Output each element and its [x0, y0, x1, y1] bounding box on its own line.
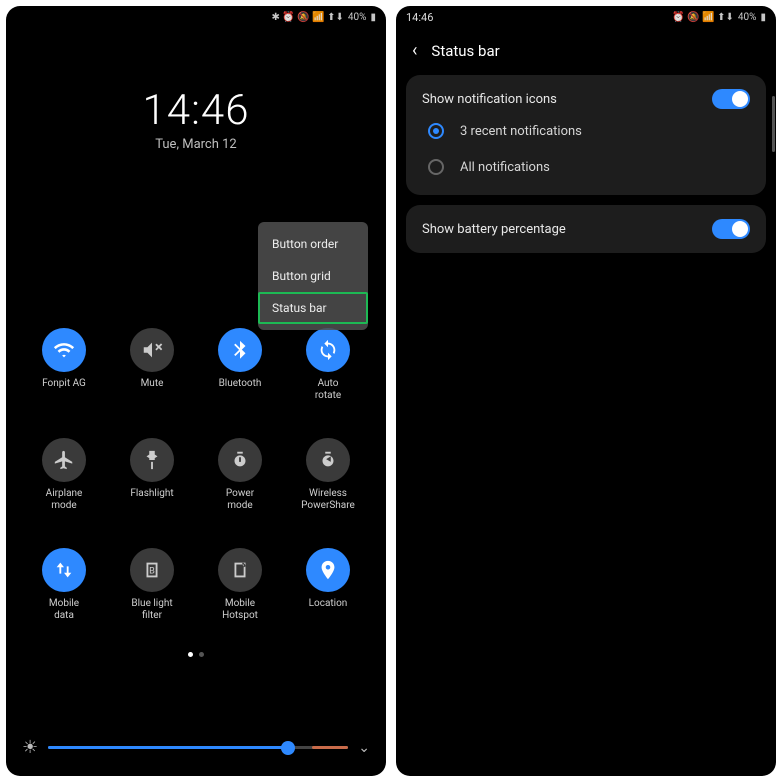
- qs-tile-plane[interactable]: Airplane mode: [20, 438, 108, 512]
- power-icon[interactable]: [218, 438, 262, 482]
- qs-tile-label: Location: [309, 598, 348, 620]
- qs-tile-data[interactable]: Mobile data: [20, 548, 108, 622]
- qs-tile-hotspot[interactable]: Mobile Hotspot: [196, 548, 284, 622]
- qs-tile-rotate[interactable]: Auto rotate: [284, 328, 372, 402]
- qs-tile-power[interactable]: Power mode: [196, 438, 284, 512]
- qs-tile-label: Mobile Hotspot: [222, 598, 258, 622]
- page-title: Status bar: [431, 42, 499, 60]
- radio-3-recent[interactable]: 3 recent notifications: [422, 109, 750, 145]
- menu-button-grid[interactable]: Button grid: [258, 260, 368, 292]
- brightness-fill: [48, 746, 288, 749]
- quick-settings-grid: Fonpit AG Mute Bluetooth Auto rotate Airplan…: [6, 328, 386, 622]
- show-battery-percentage-label: Show battery percentage: [422, 222, 566, 237]
- radio-3-recent-input[interactable]: [428, 123, 444, 139]
- brightness-slider-row: ☀ ⌄: [6, 737, 386, 758]
- plane-icon[interactable]: [42, 438, 86, 482]
- notification-icons-card: Show notification icons 3 recent notific…: [406, 75, 766, 195]
- status-bar: ✱ ⏰ 🔕 📶 ⬆⬇ 40% ▮: [6, 6, 386, 28]
- phone-left-quick-settings: ✱ ⏰ 🔕 📶 ⬆⬇ 40% ▮ 14:46 Tue, March 12 But…: [6, 6, 386, 776]
- radio-3-recent-label: 3 recent notifications: [460, 124, 582, 139]
- battery-percentage: 40%: [348, 12, 367, 23]
- qs-tile-bt[interactable]: Bluetooth: [196, 328, 284, 402]
- hotspot-icon[interactable]: [218, 548, 262, 592]
- qs-tile-flash[interactable]: Flashlight: [108, 438, 196, 512]
- brightness-overdrive: [312, 746, 348, 749]
- show-battery-percentage-toggle[interactable]: [712, 219, 750, 239]
- battery-percentage: 40%: [738, 12, 757, 23]
- qs-tile-label: Airplane mode: [46, 488, 83, 512]
- qs-tile-label: Fonpit AG: [42, 378, 86, 400]
- qs-tile-loc[interactable]: Location: [284, 548, 372, 622]
- status-time: 14:46: [406, 11, 433, 24]
- battery-icon: ▮: [760, 12, 766, 23]
- menu-button-order[interactable]: Button order: [258, 228, 368, 260]
- qs-tile-label: Bluetooth: [219, 378, 262, 400]
- qs-tile-label: Mobile data: [49, 598, 79, 622]
- qs-tile-share[interactable]: Wireless PowerShare: [284, 438, 372, 512]
- qs-tile-blue[interactable]: B Blue light filter: [108, 548, 196, 622]
- back-button[interactable]: ‹: [412, 40, 417, 61]
- qs-tile-label: Blue light filter: [131, 598, 172, 622]
- wifi-icon[interactable]: [42, 328, 86, 372]
- data-icon[interactable]: [42, 548, 86, 592]
- rotate-icon[interactable]: [306, 328, 350, 372]
- page-indicator: [6, 652, 386, 657]
- show-battery-percentage-row[interactable]: Show battery percentage: [406, 205, 766, 253]
- qs-tile-mute[interactable]: Mute: [108, 328, 196, 402]
- status-icons: ✱ ⏰ 🔕 📶 ⬆⬇ 40% ▮: [271, 12, 376, 23]
- status-icons: ⏰ 🔕 📶 ⬆⬇ 40% ▮: [672, 12, 766, 23]
- status-indicator-icons: ✱ ⏰ 🔕 📶 ⬆⬇: [271, 12, 343, 23]
- page-dot-1[interactable]: [188, 652, 193, 657]
- brightness-expand-icon[interactable]: ⌄: [358, 740, 370, 756]
- qs-tile-label: Wireless PowerShare: [301, 488, 355, 512]
- show-notification-icons-label: Show notification icons: [422, 92, 557, 107]
- menu-status-bar[interactable]: Status bar: [258, 292, 368, 324]
- settings-header: ‹ Status bar: [396, 28, 776, 69]
- bt-icon[interactable]: [218, 328, 262, 372]
- qs-tile-label: Flashlight: [130, 488, 173, 510]
- qs-tile-label: Auto rotate: [315, 378, 341, 402]
- battery-icon: ▮: [370, 12, 376, 23]
- page-dot-2[interactable]: [199, 652, 204, 657]
- radio-all-label: All notifications: [460, 160, 550, 175]
- share-icon[interactable]: [306, 438, 350, 482]
- qs-tile-label: Mute: [141, 378, 164, 400]
- show-notification-icons-toggle[interactable]: [712, 89, 750, 109]
- clock-date: Tue, March 12: [6, 137, 386, 152]
- scrollbar[interactable]: [772, 96, 775, 152]
- blue-icon[interactable]: B: [130, 548, 174, 592]
- brightness-slider[interactable]: [48, 746, 348, 749]
- lockscreen-clock: 14:46 Tue, March 12: [6, 86, 386, 152]
- show-notification-icons-row[interactable]: Show notification icons: [422, 89, 750, 109]
- qs-tile-label: Power mode: [226, 488, 254, 512]
- status-indicator-icons: ⏰ 🔕 📶 ⬆⬇: [672, 12, 734, 23]
- qs-tile-wifi[interactable]: Fonpit AG: [20, 328, 108, 402]
- mute-icon[interactable]: [130, 328, 174, 372]
- phone-right-status-bar-settings: 14:46 ⏰ 🔕 📶 ⬆⬇ 40% ▮ ‹ Status bar Show n…: [396, 6, 776, 776]
- flash-icon[interactable]: [130, 438, 174, 482]
- radio-all-input[interactable]: [428, 159, 444, 175]
- loc-icon[interactable]: [306, 548, 350, 592]
- status-bar: 14:46 ⏰ 🔕 📶 ⬆⬇ 40% ▮: [396, 6, 776, 28]
- brightness-icon: ☀: [22, 737, 38, 758]
- clock-time: 14:46: [6, 86, 386, 135]
- overflow-menu: Button order Button grid Status bar: [258, 222, 368, 330]
- radio-all-notifications[interactable]: All notifications: [422, 145, 750, 181]
- svg-text:B: B: [149, 567, 155, 577]
- brightness-thumb[interactable]: [281, 741, 295, 755]
